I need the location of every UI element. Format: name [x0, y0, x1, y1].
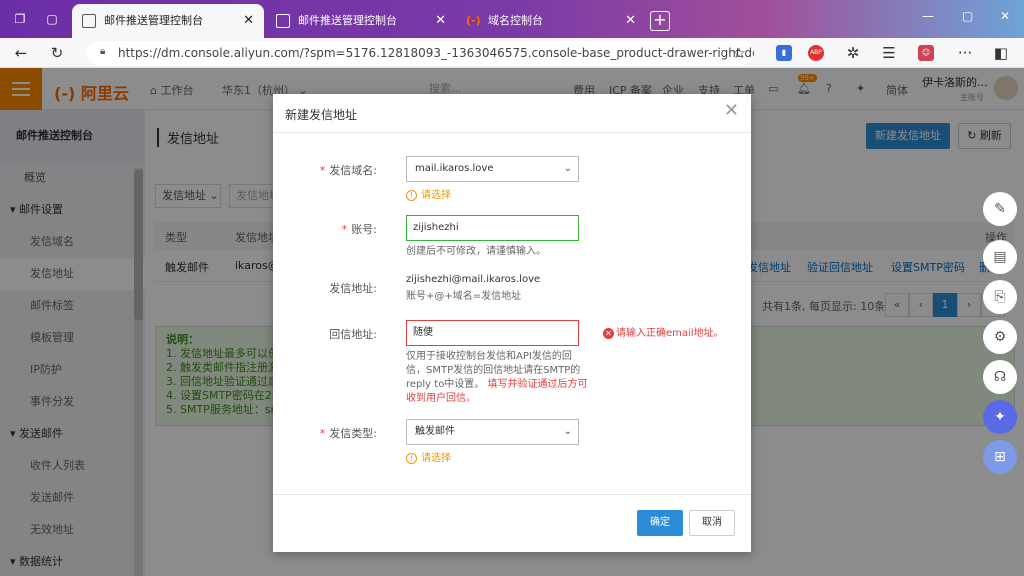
dialog-title: 新建发信地址 — [285, 108, 358, 122]
chevron-down-icon: ⌄ — [563, 426, 572, 437]
new-tab-button[interactable]: + — [650, 11, 670, 31]
page-favicon-icon — [82, 14, 96, 28]
from-address-hint: 账号+@+域名=发信地址 — [406, 291, 522, 302]
tab-dm-console-2[interactable]: 邮件推送管理控制台 ✕ — [266, 4, 456, 38]
close-tab-icon[interactable]: ✕ — [435, 4, 446, 38]
domain-select[interactable]: mail.ikaros.love ⌄ — [406, 156, 579, 182]
address-toolbar: ← ↻ https://dm.console.aliyun.com/?spm=5… — [0, 38, 1024, 68]
chevron-down-icon: ⌄ — [563, 163, 572, 174]
tab-dm-console-1[interactable]: 邮件推送管理控制台 ✕ — [72, 4, 264, 38]
confirm-button[interactable]: 确定 — [637, 510, 683, 536]
hint-line: 信，SMTP发信的回信地址请在SMTP的 — [406, 365, 581, 376]
reload-icon[interactable]: ↻ — [48, 44, 66, 62]
warning-icon: ! — [406, 453, 417, 464]
from-address-value: zijishezhi@mail.ikaros.love — [406, 274, 541, 285]
hint-line: 收到用户回信。 — [406, 393, 476, 404]
close-tab-icon[interactable]: ✕ — [625, 4, 636, 38]
warning-icon: ! — [406, 190, 417, 201]
reply-address-hint: 仅用于接收控制台发信和API发信的回 信，SMTP发信的回信地址请在SMTP的 … — [406, 350, 588, 406]
aliyun-favicon-icon: (-) — [466, 14, 481, 27]
close-tab-icon[interactable]: ✕ — [243, 4, 254, 38]
send-type-warning: ! 请选择 — [406, 449, 451, 464]
from-address-label: 发信地址: — [329, 282, 377, 295]
apps-grid-icon[interactable]: ⊞ — [983, 440, 1017, 474]
api-icon[interactable]: ⎘ — [983, 280, 1017, 314]
minimize-icon[interactable]: — — [922, 9, 934, 23]
send-type-label: * 发信类型: — [319, 427, 377, 440]
assistant-icon[interactable]: ✦ — [983, 400, 1017, 434]
account-input[interactable]: zijishezhi — [406, 215, 579, 241]
close-icon[interactable]: ✕ — [724, 100, 739, 121]
page-favicon-icon — [276, 14, 290, 28]
cancel-button[interactable]: 取消 — [689, 510, 735, 536]
domain-warning: ! 请选择 — [406, 186, 451, 201]
feedback-edit-icon[interactable]: ✎ — [983, 192, 1017, 226]
document-icon[interactable]: ▤ — [983, 240, 1017, 274]
more-icon[interactable]: ··· — [956, 44, 974, 62]
tab-label: 邮件推送管理控制台 — [298, 14, 397, 27]
reply-address-input[interactable]: 随便 — [406, 320, 579, 346]
hint-line: reply to中设置。 填写并验证通过后方可 — [406, 379, 588, 390]
favorites-list-icon[interactable]: ☰ — [880, 44, 898, 62]
tab-label: 邮件推送管理控制台 — [104, 14, 203, 27]
account-hint: 创建后不可修改，请谨慎输入。 — [406, 246, 546, 257]
tab-domain-console[interactable]: (-) 域名控制台 ✕ — [456, 4, 646, 38]
reply-address-label: 回信地址: — [329, 328, 377, 341]
workspaces-icon[interactable]: ❐ — [12, 12, 28, 26]
browser-tab-bar: ❐ ▢ 邮件推送管理控制台 ✕ 邮件推送管理控制台 ✕ (-) 域名控制台 ✕ … — [0, 0, 1024, 38]
floating-toolbar: ✎ ▤ ⎘ ⚙ ☊ ✦ ⊞ — [983, 188, 1019, 478]
settings-icon[interactable]: ⚙ — [983, 320, 1017, 354]
extension-icon[interactable]: ▮ — [776, 45, 792, 61]
account-label: * 账号: — [341, 223, 377, 236]
extensions-puzzle-icon[interactable]: ✲ — [844, 44, 862, 62]
domain-label: * 发信域名: — [319, 164, 377, 177]
adblock-icon[interactable]: ABP — [808, 45, 824, 61]
profile-avatar-icon[interactable]: ☺ — [918, 45, 934, 61]
new-sender-address-dialog: 新建发信地址 ✕ * 发信域名: mail.ikaros.love ⌄ ! 请选择 *… — [273, 94, 751, 552]
sidebar-toggle-icon[interactable]: ◧ — [992, 44, 1010, 62]
maximize-icon[interactable]: ▢ — [962, 9, 973, 23]
lock-icon[interactable]: 🔒︎ — [100, 46, 112, 60]
back-icon[interactable]: ← — [12, 44, 30, 62]
customer-service-icon[interactable]: ☊ — [983, 360, 1017, 394]
send-type-select[interactable]: 触发邮件 ⌄ — [406, 419, 579, 445]
hint-line: 仅用于接收控制台发信和API发信的回 — [406, 351, 572, 362]
dialog-divider — [273, 132, 751, 133]
error-icon: ✕ — [603, 328, 614, 339]
dialog-footer-divider — [273, 494, 751, 495]
tab-label: 域名控制台 — [488, 14, 543, 27]
tab-actions-icon[interactable]: ▢ — [44, 12, 60, 26]
close-window-icon[interactable]: ✕ — [1000, 9, 1010, 23]
url-field[interactable]: https://dm.console.aliyun.com/?spm=5176.… — [86, 41, 754, 65]
reply-address-error: ✕ 请输入正确email地址。 — [603, 324, 724, 339]
favorite-star-icon[interactable]: ☆ — [730, 44, 748, 62]
